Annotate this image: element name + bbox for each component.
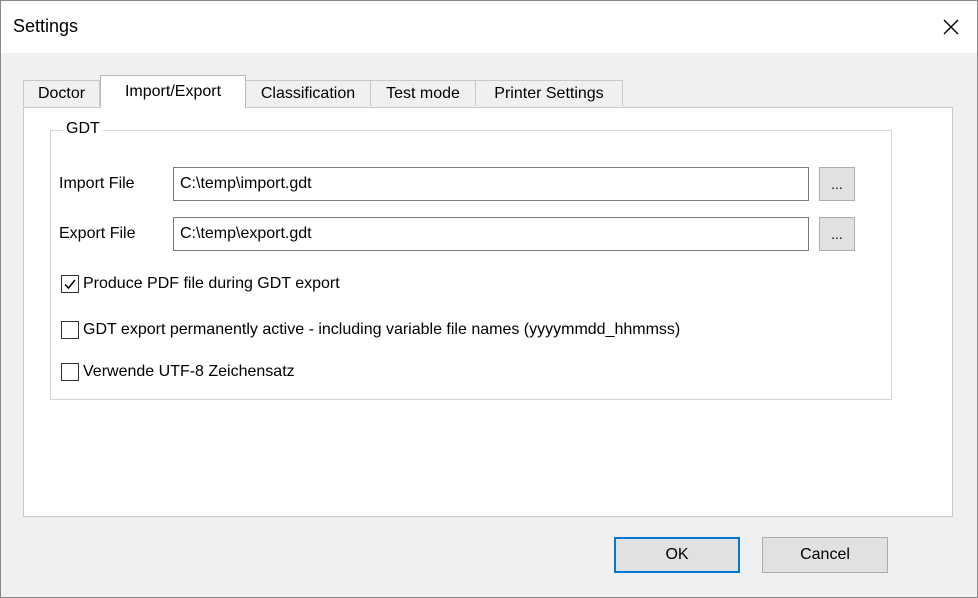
option-produce-pdf[interactable]: Produce PDF file during GDT export (61, 275, 340, 293)
utf8-label: Verwende UTF-8 Zeichensatz (83, 363, 295, 380)
produce-pdf-checkbox[interactable] (61, 275, 79, 293)
import-browse-button[interactable]: ... (819, 167, 855, 201)
import-file-input[interactable] (173, 167, 809, 201)
export-file-input[interactable] (173, 217, 809, 251)
window-title: Settings (13, 16, 79, 36)
import-file-label: Import File (59, 175, 135, 192)
permanent-export-label: GDT export permanently active - includin… (83, 321, 681, 338)
settings-dialog: Settings Doctor Import/Export Classifica… (0, 0, 978, 598)
utf8-checkbox[interactable] (61, 363, 79, 381)
export-file-label: Export File (59, 225, 136, 242)
produce-pdf-label: Produce PDF file during GDT export (83, 275, 340, 292)
close-icon (943, 19, 959, 35)
ok-button[interactable]: OK (614, 537, 740, 573)
gdt-group-title: GDT (63, 120, 103, 138)
checkmark-icon (64, 279, 76, 290)
export-browse-button[interactable]: ... (819, 217, 855, 251)
tab-panel-import-export: GDT Import File ... Export File ... Prod… (23, 107, 953, 517)
tab-test-mode[interactable]: Test mode (370, 80, 476, 106)
tab-printer-settings[interactable]: Printer Settings (475, 80, 623, 106)
tab-import-export[interactable]: Import/Export (100, 75, 246, 108)
tab-doctor[interactable]: Doctor (23, 80, 100, 106)
permanent-export-checkbox[interactable] (61, 321, 79, 339)
close-button[interactable] (925, 1, 977, 53)
title-bar: Settings (1, 1, 977, 53)
option-permanent-export[interactable]: GDT export permanently active - includin… (61, 321, 680, 339)
option-utf8[interactable]: Verwende UTF-8 Zeichensatz (61, 363, 295, 381)
cancel-button[interactable]: Cancel (762, 537, 888, 573)
tab-classification[interactable]: Classification (245, 80, 371, 106)
gdt-groupbox: GDT Import File ... Export File ... Prod… (50, 120, 892, 400)
